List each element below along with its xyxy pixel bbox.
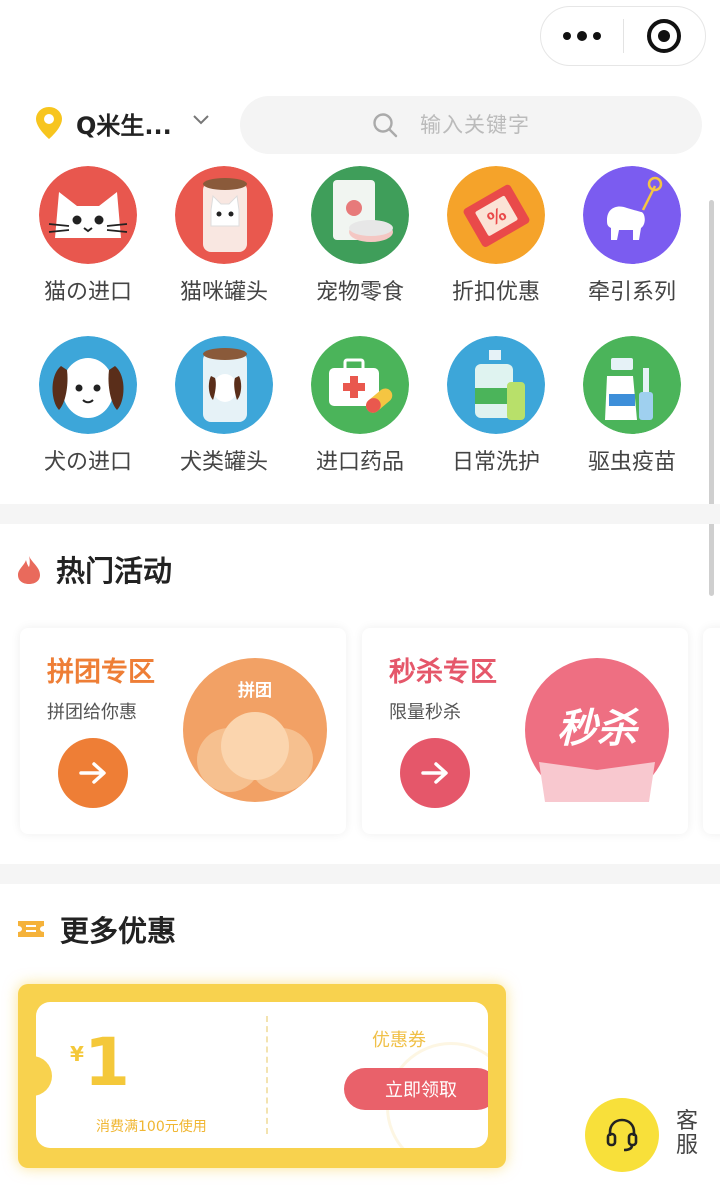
category-label: 驱虫疫苗 <box>587 450 676 475</box>
chevron-down-icon <box>193 115 209 125</box>
section-divider <box>0 504 720 524</box>
claim-coupon-button[interactable]: 立即领取 <box>344 1068 488 1110</box>
category-label: 折扣优惠 <box>451 280 540 305</box>
arrow-right-icon <box>79 762 106 784</box>
more-section-title: 更多优惠 <box>60 914 177 948</box>
hot-section-title: 热门活动 <box>56 554 173 588</box>
category-wash[interactable]: 日常洗护 <box>428 336 564 486</box>
cat-can-icon <box>175 166 273 264</box>
category-label: 猫咪罐头 <box>179 280 268 305</box>
discount-ticket-icon: % <box>447 166 545 264</box>
cat-face-icon <box>39 166 137 264</box>
more-button[interactable] <box>541 7 623 65</box>
category-label: 犬の进口 <box>43 450 132 475</box>
coupon-amount: 1 <box>84 1024 130 1101</box>
search-input[interactable] <box>420 113 570 137</box>
location-name: Q米生... <box>76 111 172 140</box>
group-buy-go-button[interactable] <box>58 738 128 808</box>
group-buy-illustration: 拼团 <box>183 658 327 802</box>
promo-subtitle: 拼团给你惠 <box>47 702 137 723</box>
more-section-header: 更多优惠 <box>16 908 176 950</box>
section-divider <box>0 864 720 884</box>
more-dots-icon <box>562 30 601 41</box>
category-dog-import[interactable]: 犬の进口 <box>20 336 156 486</box>
next-promo-card[interactable] <box>703 628 720 834</box>
search-icon <box>373 113 398 138</box>
customer-service-button[interactable] <box>585 1098 659 1172</box>
category-deworm[interactable]: 驱虫疫苗 <box>564 336 700 486</box>
dog-face-icon <box>39 336 137 434</box>
category-label: 进口药品 <box>315 450 404 475</box>
group-buy-card[interactable]: 拼团专区 拼团给你惠 拼团 <box>20 628 346 834</box>
flash-sale-illustration: 秒杀 <box>525 658 669 802</box>
flame-icon <box>18 556 40 584</box>
search-bar[interactable] <box>240 96 702 154</box>
customer-service-label[interactable]: 客服 <box>676 1110 700 1158</box>
category-dog-can[interactable]: 犬类罐头 <box>156 336 292 486</box>
flash-sale-go-button[interactable] <box>400 738 470 808</box>
ticket-icon <box>18 921 44 937</box>
mini-program-capsule <box>540 6 706 66</box>
hot-section-header: 热门活动 <box>16 548 172 590</box>
promo-title: 秒杀专区 <box>389 657 497 688</box>
coupon-type: 优惠券 <box>372 1030 426 1051</box>
coupon-separator <box>266 1016 268 1134</box>
category-label: 日常洗护 <box>451 450 540 475</box>
coupon-body: ¥ 1 消费满100元使用 优惠券 立即领取 <box>36 1002 488 1148</box>
category-cat-import[interactable]: 猫の进口 <box>20 166 156 316</box>
category-cat-can[interactable]: 猫咪罐头 <box>156 166 292 316</box>
dog-can-icon <box>175 336 273 434</box>
flash-sale-badge-text: 秒杀 <box>557 706 639 752</box>
location-pin-icon <box>36 107 62 139</box>
scrollbar[interactable] <box>709 200 714 596</box>
pet-snack-icon <box>311 166 409 264</box>
coupon-condition: 消费满100元使用 <box>96 1119 207 1135</box>
category-label: 犬类罐头 <box>179 450 268 475</box>
dog-leash-icon <box>583 166 681 264</box>
target-close-icon <box>647 19 682 53</box>
coupon-currency: ¥ <box>70 1042 84 1066</box>
category-leash[interactable]: 牵引系列 <box>564 166 700 316</box>
category-label: 宠物零食 <box>315 280 404 305</box>
group-buy-badge-text: 拼团 <box>238 680 272 701</box>
category-pet-snack[interactable]: 宠物零食 <box>292 166 428 316</box>
medicine-kit-icon <box>311 336 409 434</box>
flash-sale-card[interactable]: 秒杀专区 限量秒杀 秒杀 <box>362 628 688 834</box>
arrow-right-icon <box>421 762 448 784</box>
category-label: 猫の进口 <box>43 280 132 305</box>
close-button[interactable] <box>624 7 706 65</box>
location-selector[interactable]: Q米生... <box>34 100 210 146</box>
promo-title: 拼团专区 <box>47 657 155 688</box>
category-label: 牵引系列 <box>587 280 676 305</box>
coupon-card[interactable]: ¥ 1 消费满100元使用 优惠券 立即领取 <box>18 984 506 1168</box>
promo-subtitle: 限量秒杀 <box>389 702 461 723</box>
shampoo-bottle-icon <box>447 336 545 434</box>
category-medicine[interactable]: 进口药品 <box>292 336 428 486</box>
headset-icon <box>606 1118 638 1152</box>
category-discount[interactable]: % 折扣优惠 <box>428 166 564 316</box>
spray-bottle-icon <box>583 336 681 434</box>
